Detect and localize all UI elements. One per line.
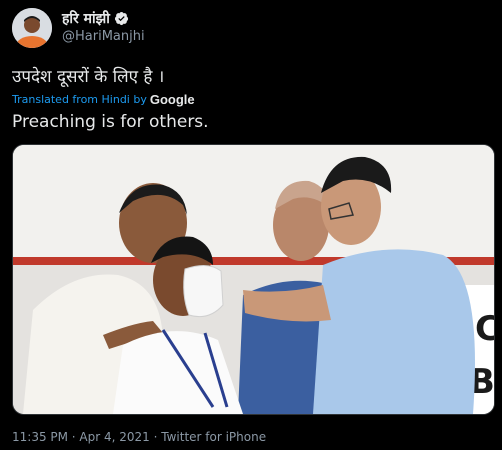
- photo-image: C B: [13, 145, 494, 414]
- avatar-image: [12, 8, 52, 48]
- tweet-photo[interactable]: C B: [12, 144, 495, 415]
- tweet-text-original: उपदेश दूसरों के लिए है ।: [12, 67, 165, 87]
- translated-from-link[interactable]: Translated from Hindi by: [12, 93, 147, 106]
- tweet: हरि मांझी @HariManjhi उपदेश दूसरों के लि…: [0, 0, 502, 450]
- handle[interactable]: @HariManjhi: [62, 29, 145, 44]
- tweet-timestamp[interactable]: 11:35 PM · Apr 4, 2021 · Twitter for iPh…: [12, 430, 266, 444]
- google-logo: Google: [149, 92, 195, 107]
- display-name-row[interactable]: हरि मांझी: [62, 9, 129, 28]
- banner-letter-top: C: [475, 309, 494, 349]
- verified-badge-icon: [114, 11, 128, 26]
- tweet-text-translated: Preaching is for others.: [12, 112, 209, 132]
- translation-attribution: Translated from Hindi by Google: [12, 92, 195, 107]
- avatar[interactable]: [12, 8, 52, 48]
- display-name[interactable]: हरि मांझी: [62, 9, 110, 28]
